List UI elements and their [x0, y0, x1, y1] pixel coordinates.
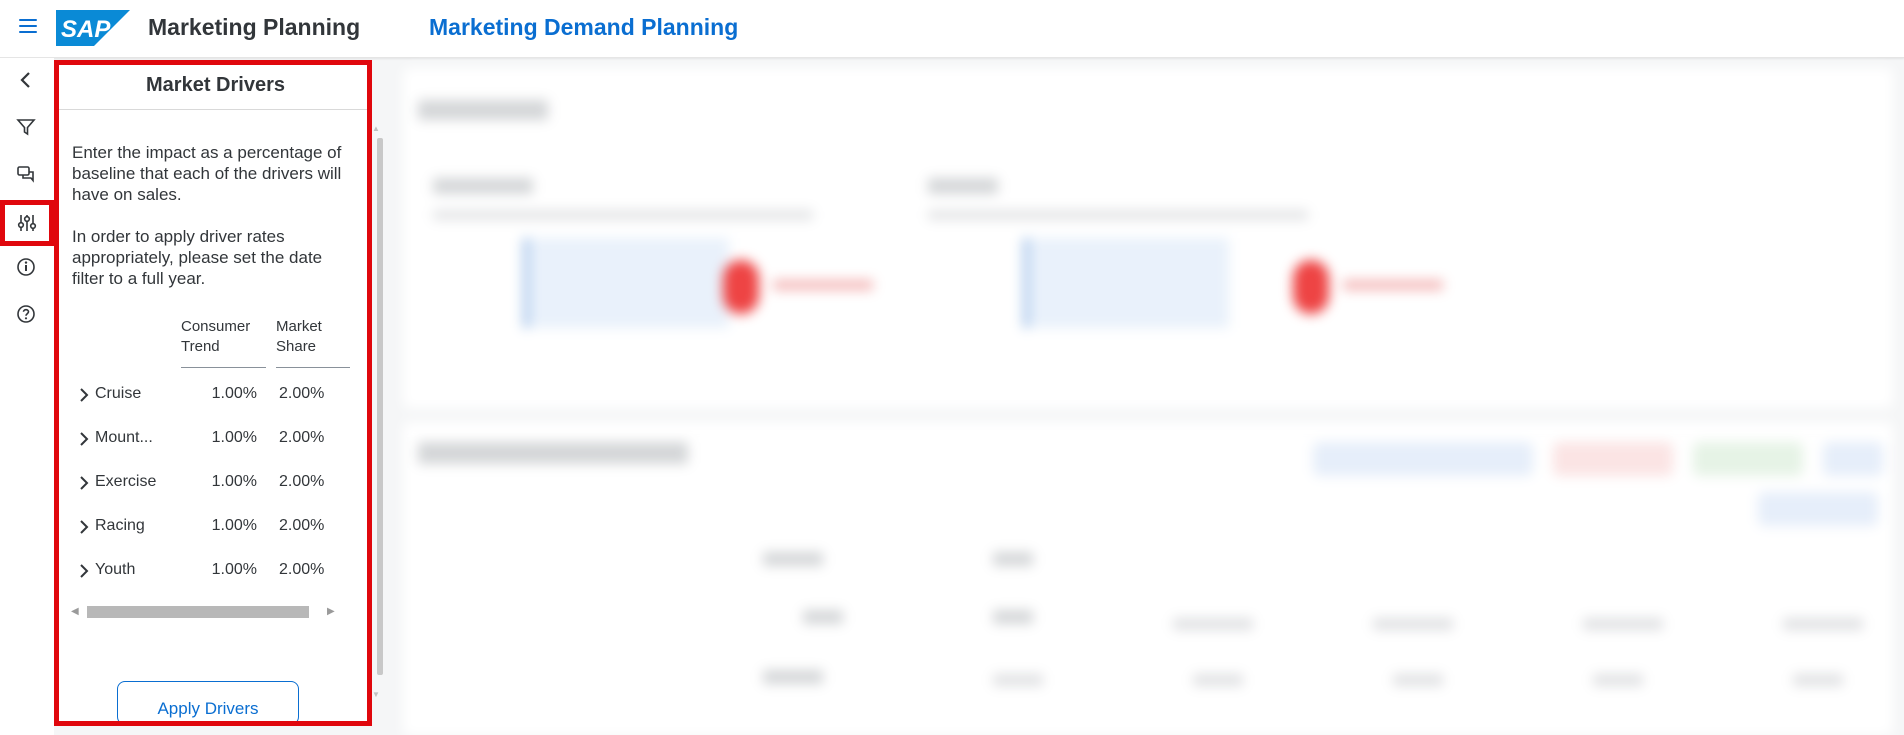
market-share-value[interactable]: 2.00% [279, 385, 351, 403]
chevron-right-icon[interactable] [76, 431, 92, 447]
filter-icon [16, 119, 36, 136]
sliders-icon [17, 215, 37, 231]
help-button[interactable] [8, 296, 44, 332]
chevron-left-icon [20, 72, 30, 88]
driver-name: Cruise [95, 385, 142, 402]
page-title[interactable]: Marketing Demand Planning [429, 14, 738, 41]
apply-drivers-button[interactable]: Apply Drivers [117, 681, 299, 721]
horizontal-scrollbar[interactable]: ◀ ▶ [69, 605, 339, 619]
filter-button[interactable] [8, 109, 44, 145]
header-divider [181, 367, 266, 368]
driver-row-youth[interactable]: Youth 1.00% 2.00% [69, 553, 361, 593]
consumer-trend-value[interactable]: 1.00% [173, 473, 257, 491]
driver-name: Youth [95, 561, 136, 578]
panel-title: Market Drivers [59, 65, 367, 110]
side-navigation-rail [0, 58, 54, 735]
column-header-line: Share [276, 338, 317, 355]
panel-description: Enter the impact as a percentage of base… [72, 142, 354, 310]
driver-name: Exercise [95, 473, 157, 490]
market-drivers-button[interactable] [0, 200, 54, 246]
chevron-right-icon[interactable] [76, 387, 92, 403]
info-button[interactable] [8, 249, 44, 285]
scroll-right-icon[interactable]: ▶ [327, 606, 335, 617]
driver-name: Racing [95, 517, 145, 534]
svg-text:SAP: SAP [61, 16, 111, 43]
info-icon [17, 258, 35, 276]
chevron-right-icon[interactable] [76, 519, 92, 535]
consumer-trend-value[interactable]: 1.00% [173, 385, 257, 403]
market-share-value[interactable]: 2.00% [279, 473, 351, 491]
market-share-value[interactable]: 2.00% [279, 429, 351, 447]
sap-logo: SAP [56, 10, 130, 46]
column-header-line: Trend [181, 338, 220, 355]
scroll-down-icon[interactable]: ▼ [372, 690, 380, 699]
vertical-scrollbar[interactable] [377, 138, 383, 675]
driver-name: Mount... [95, 429, 153, 446]
help-icon [17, 305, 35, 323]
header-divider [276, 367, 350, 368]
blurred-dashboard [388, 58, 1904, 735]
app-title: Marketing Planning [148, 14, 361, 40]
table-card [403, 422, 1893, 735]
chevron-right-icon[interactable] [76, 475, 92, 491]
driver-row-racing[interactable]: Racing 1.00% 2.00% [69, 509, 361, 549]
scrollbar-thumb[interactable] [87, 606, 309, 618]
driver-row-mountain[interactable]: Mount... 1.00% 2.00% [69, 421, 361, 461]
kpi-card [403, 68, 1893, 408]
scroll-left-icon[interactable]: ◀ [71, 606, 79, 617]
driver-row-cruise[interactable]: Cruise 1.00% 2.00% [69, 377, 361, 417]
column-header-line: Market [276, 318, 322, 335]
market-share-value[interactable]: 2.00% [279, 561, 351, 579]
collapse-panel-button[interactable] [8, 62, 44, 98]
chevron-right-icon[interactable] [76, 563, 92, 579]
comments-button[interactable] [8, 156, 44, 192]
hamburger-menu-icon[interactable] [16, 14, 40, 38]
consumer-trend-value[interactable]: 1.00% [173, 429, 257, 447]
driver-row-exercise[interactable]: Exercise 1.00% 2.00% [69, 465, 361, 505]
market-drivers-panel: Market Drivers Enter the impact as a per… [54, 60, 372, 726]
column-header-consumer-trend[interactable]: Consumer Trend [181, 317, 250, 357]
shell-header: SAP Marketing Planning Marketing Demand … [0, 0, 1904, 58]
description-paragraph-2: In order to apply driver rates appropria… [72, 227, 323, 288]
consumer-trend-value[interactable]: 1.00% [173, 517, 257, 535]
comments-icon [17, 166, 34, 183]
description-paragraph-1: Enter the impact as a percentage of base… [72, 143, 342, 204]
column-header-market-share[interactable]: Market Share [276, 317, 322, 357]
scroll-up-icon[interactable]: ▲ [372, 124, 380, 133]
consumer-trend-value[interactable]: 1.00% [173, 561, 257, 579]
market-share-value[interactable]: 2.00% [279, 517, 351, 535]
column-header-line: Consumer [181, 318, 251, 335]
